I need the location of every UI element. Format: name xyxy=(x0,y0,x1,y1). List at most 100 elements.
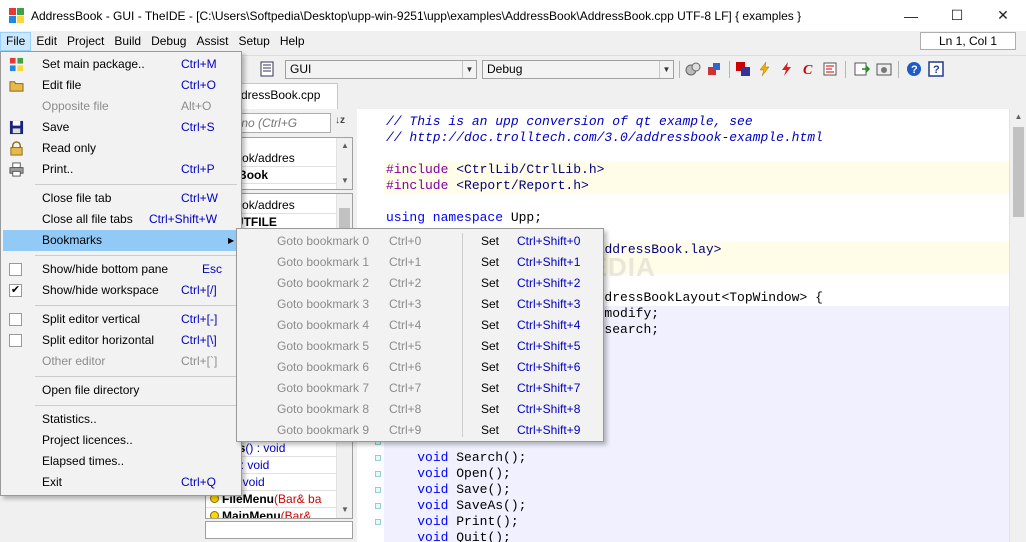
menu-item-split-editor-horizontal[interactable]: Split editor horizontal Ctrl+[\] xyxy=(3,330,239,351)
preprocess-icon[interactable] xyxy=(822,61,838,77)
set-bookmark-item[interactable]: Set xyxy=(481,336,499,357)
menu-help[interactable]: Help xyxy=(275,32,310,51)
checkbox-checked-icon[interactable]: ✔ xyxy=(9,284,22,297)
checkbox-icon[interactable] xyxy=(9,313,22,326)
checkbox-icon[interactable] xyxy=(9,263,22,276)
fold-marker-icon[interactable] xyxy=(375,519,381,525)
goto-bookmark-item[interactable]: Goto bookmark 0 xyxy=(277,231,369,252)
checkbox-icon[interactable] xyxy=(9,334,22,347)
menu-item-show-hide-bottom-pane[interactable]: Show/hide bottom pane Esc xyxy=(3,259,239,280)
scrollbar[interactable]: ▼ xyxy=(336,440,352,518)
scrollbar[interactable]: ▲ ▼ xyxy=(336,138,352,189)
menu-item-show-hide-workspace[interactable]: ✔ Show/hide workspace Ctrl+[/] xyxy=(3,280,239,301)
rebuild-icon[interactable] xyxy=(706,61,722,77)
goto-bookmark-item[interactable]: Goto bookmark 4 xyxy=(277,315,369,336)
menu-item-save[interactable]: Save Ctrl+S xyxy=(3,117,239,138)
menu-item-edit-file[interactable]: Edit file Ctrl+O xyxy=(3,75,239,96)
scroll-thumb[interactable] xyxy=(339,208,350,228)
code-line[interactable]: using namespace Upp; xyxy=(384,210,1009,226)
code-line[interactable] xyxy=(384,194,1009,210)
file-list-icon[interactable] xyxy=(259,61,275,77)
close-button[interactable]: ✕ xyxy=(980,0,1026,31)
set-bookmark-item[interactable]: Set xyxy=(481,252,499,273)
code-line[interactable] xyxy=(384,146,1009,162)
goto-bookmark-item[interactable]: Goto bookmark 3 xyxy=(277,294,369,315)
set-bookmark-item[interactable]: Set xyxy=(481,399,499,420)
stop-build-icon[interactable] xyxy=(779,61,795,77)
code-line[interactable]: // This is an upp conversion of qt examp… xyxy=(384,114,1009,130)
clean-icon[interactable] xyxy=(685,61,701,77)
code-line[interactable]: // http://doc.trolltech.com/3.0/addressb… xyxy=(384,130,1009,146)
goto-bookmark-item[interactable]: Goto bookmark 6 xyxy=(277,357,369,378)
menu-item-exit[interactable]: Exit Ctrl+Q xyxy=(3,472,239,493)
set-bookmark-item[interactable]: Set xyxy=(481,378,499,399)
menu-item-statistics[interactable]: Statistics.. xyxy=(3,409,239,430)
svg-text:?: ? xyxy=(911,64,918,76)
help-icon[interactable]: ? xyxy=(906,61,922,77)
code-line[interactable]: #include <Report/Report.h> xyxy=(384,178,1009,194)
scroll-up-icon[interactable]: ▲ xyxy=(1010,109,1026,125)
menu-debug[interactable]: Debug xyxy=(146,32,191,51)
compile-icon[interactable] xyxy=(757,61,773,77)
menu-item-opposite-file[interactable]: Opposite file Alt+O xyxy=(3,96,239,117)
fold-marker-icon[interactable] xyxy=(375,471,381,477)
menu-item-close-all-file-tabs[interactable]: Close all file tabs Ctrl+Shift+W xyxy=(3,209,239,230)
goto-bookmark-item[interactable]: Goto bookmark 1 xyxy=(277,252,369,273)
code-line[interactable]: void Save(); xyxy=(384,482,1009,498)
menu-item-elapsed-times[interactable]: Elapsed times.. xyxy=(3,451,239,472)
menu-item-other-editor[interactable]: Other editor Ctrl+[`] xyxy=(3,351,239,372)
set-bookmark-item[interactable]: Set xyxy=(481,273,499,294)
maximize-button[interactable]: ☐ xyxy=(934,0,980,31)
config-combo[interactable]: Debug ▼ xyxy=(482,60,674,79)
menu-project[interactable]: Project xyxy=(62,32,109,51)
code-line[interactable]: void Quit(); xyxy=(384,530,1009,542)
debug-icon[interactable] xyxy=(876,61,892,77)
scroll-thumb[interactable] xyxy=(1013,127,1024,217)
menu-file[interactable]: File xyxy=(0,31,32,51)
menu-assist[interactable]: Assist xyxy=(191,32,233,51)
build-icon[interactable] xyxy=(735,61,751,77)
scroll-down-icon[interactable]: ▼ xyxy=(337,173,352,189)
code-line[interactable]: void Open(); xyxy=(384,466,1009,482)
window-title: AddressBook - GUI - TheIDE - [C:\Users\S… xyxy=(31,8,802,23)
menu-item-open-file-directory[interactable]: Open file directory xyxy=(3,380,239,401)
fold-marker-icon[interactable] xyxy=(375,503,381,509)
package-combo[interactable]: GUI ▼ xyxy=(285,60,477,79)
set-bookmark-item[interactable]: Set xyxy=(481,294,499,315)
menu-item-split-editor-vertical[interactable]: Split editor vertical Ctrl+[-] xyxy=(3,309,239,330)
goto-bookmark-item[interactable]: Goto bookmark 5 xyxy=(277,336,369,357)
scroll-up-icon[interactable]: ▲ xyxy=(337,138,352,154)
code-line[interactable]: #include <CtrlLib/CtrlLib.h> xyxy=(384,162,1009,178)
goto-bookmark-item[interactable]: Goto bookmark 2 xyxy=(277,273,369,294)
set-bookmark-item[interactable]: Set xyxy=(481,231,499,252)
set-bookmark-item[interactable]: Set xyxy=(481,315,499,336)
goto-bookmark-item[interactable]: Goto bookmark 8 xyxy=(277,399,369,420)
code-line[interactable]: void SaveAs(); xyxy=(384,498,1009,514)
menu-setup[interactable]: Setup xyxy=(233,32,274,51)
editor-scrollbar[interactable]: ▲ xyxy=(1009,109,1026,542)
goto-bookmark-item[interactable]: Goto bookmark 9 xyxy=(277,420,369,441)
set-bookmark-item[interactable]: Set xyxy=(481,420,499,441)
goto-bookmark-item[interactable]: Goto bookmark 7 xyxy=(277,378,369,399)
run-icon[interactable] xyxy=(854,61,870,77)
menu-item-set-main-package[interactable]: Set main package.. Ctrl+M xyxy=(3,54,239,75)
context-help-icon[interactable]: ? xyxy=(928,61,944,77)
scroll-down-icon[interactable]: ▼ xyxy=(337,502,352,518)
minimize-button[interactable]: — xyxy=(888,0,934,31)
scrollbar[interactable] xyxy=(336,194,352,232)
menu-item-print[interactable]: Print.. Ctrl+P xyxy=(3,159,239,180)
menu-item-project-licences[interactable]: Project licences.. xyxy=(3,430,239,451)
compile-file-icon[interactable]: C xyxy=(800,61,816,77)
set-bookmark-item[interactable]: Set xyxy=(481,357,499,378)
menu-item-close-file-tab[interactable]: Close file tab Ctrl+W xyxy=(3,188,239,209)
fold-marker-icon[interactable] xyxy=(375,455,381,461)
sort-icon[interactable]: ↓z xyxy=(335,115,345,126)
menu-item-bookmarks[interactable]: Bookmarks ▶ xyxy=(3,230,239,251)
fold-marker-icon[interactable] xyxy=(375,487,381,493)
list-item[interactable]: MainMenu(Bar& xyxy=(206,508,352,518)
menu-edit[interactable]: Edit xyxy=(31,32,62,51)
menu-item-read-only[interactable]: Read only xyxy=(3,138,239,159)
code-line[interactable]: void Search(); xyxy=(384,450,1009,466)
code-line[interactable]: void Print(); xyxy=(384,514,1009,530)
menu-build[interactable]: Build xyxy=(109,32,146,51)
